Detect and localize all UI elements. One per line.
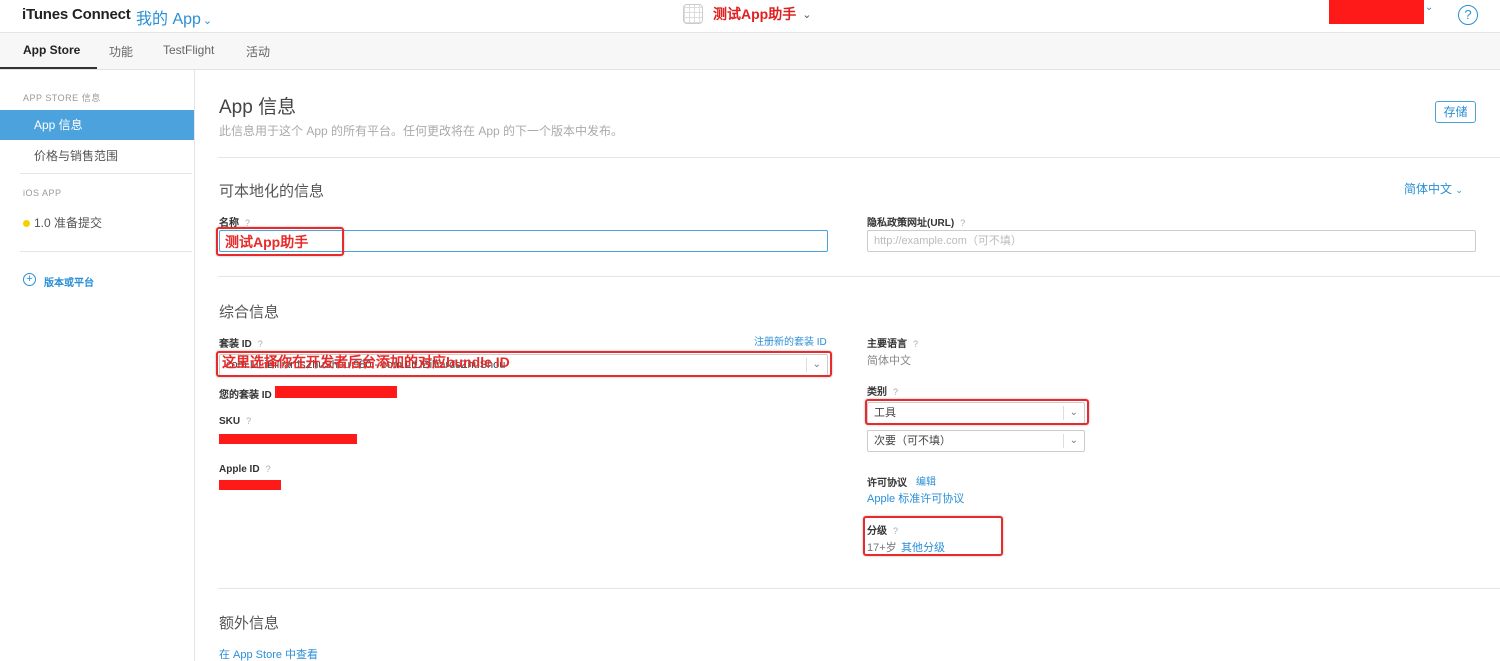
sidebar: APP STORE 信息 App 信息 价格与销售范围 iOS APP 1.0 … — [0, 70, 195, 661]
divider — [218, 588, 1500, 589]
license-label: 许可协议 — [867, 478, 907, 489]
primary-language-value: 简体中文 — [867, 355, 911, 367]
category-label: 类别? — [867, 383, 898, 398]
chevron-down-icon[interactable]: ⌄ — [1425, 2, 1433, 13]
top-bar: iTunes Connect 我的 App ⌄ 测试App助手 ⌄ ⌄ ? — [0, 0, 1500, 33]
name-annotation: 测试App助手 — [225, 234, 309, 250]
view-in-app-store-link[interactable]: 在 App Store 中查看 — [219, 646, 318, 661]
redacted-account — [1329, 0, 1424, 24]
app-switcher-title: 测试App助手 — [713, 6, 797, 22]
redacted-value — [219, 480, 281, 490]
sku-label-text: SKU — [219, 416, 241, 427]
sidebar-item-version[interactable]: 1.0 准备提交 — [0, 208, 194, 238]
bundle-id-label-text: 套装 ID — [219, 339, 252, 350]
help-icon[interactable]: ? — [913, 339, 918, 349]
help-icon[interactable]: ? — [266, 464, 271, 474]
language-selector-label: 简体中文 — [1404, 182, 1453, 196]
divider — [218, 276, 1500, 277]
sidebar-section-app-store: APP STORE 信息 — [23, 93, 101, 103]
section-title-localizable: 可本地化的信息 — [219, 183, 325, 200]
privacy-url-label: 隐私政策网址(URL)? — [867, 214, 965, 229]
add-version-platform-link[interactable]: 版本或平台 — [44, 274, 94, 289]
privacy-url-placeholder: http://example.com（可不填） — [874, 235, 1022, 247]
sidebar-item-pricing[interactable]: 价格与销售范围 — [0, 141, 194, 171]
secondary-category-value: 次要（可不填） — [874, 435, 951, 447]
tab-testflight[interactable]: TestFlight — [163, 43, 214, 57]
language-selector[interactable]: 简体中文 ⌄ — [1404, 180, 1463, 197]
tab-activity[interactable]: 活动 — [246, 43, 270, 60]
add-circle-icon[interactable]: + — [23, 273, 36, 286]
help-icon[interactable]: ? — [246, 416, 251, 426]
bundle-id-label: 套装 ID? — [219, 335, 263, 350]
sku-label: SKU? — [219, 416, 251, 427]
category-label-text: 类别 — [867, 387, 887, 398]
privacy-url-input[interactable]: http://example.com（可不填） — [867, 230, 1476, 252]
section-title-extra: 额外信息 — [219, 615, 280, 632]
annotation-box — [863, 516, 1003, 556]
chevron-down-icon: ⌄ — [1455, 185, 1463, 195]
chevron-down-icon: ⌄ — [1069, 435, 1078, 446]
annotation-box — [865, 399, 1089, 425]
app-grid-icon — [683, 4, 703, 24]
save-button[interactable]: 存储 — [1435, 101, 1476, 123]
help-icon[interactable]: ? — [960, 218, 965, 228]
brand-title[interactable]: iTunes Connect — [22, 6, 131, 23]
redacted-value — [275, 386, 397, 398]
tab-app-store[interactable]: App Store — [23, 43, 80, 57]
sidebar-item-app-info[interactable]: App 信息 — [0, 110, 194, 140]
divider — [218, 157, 1500, 158]
your-bundle-id-label: 您的套装 ID — [219, 390, 272, 401]
register-bundle-link[interactable]: 注册新的套装 ID — [754, 333, 827, 348]
primary-language-label-text: 主要语言 — [867, 339, 907, 350]
chevron-down-icon: ⌄ — [802, 8, 812, 21]
sidebar-divider — [20, 251, 192, 252]
page-subtitle: 此信息用于这个 App 的所有平台。任何更改将在 App 的下一个版本中发布。 — [219, 124, 624, 138]
my-apps-menu[interactable]: 我的 App ⌄ — [136, 5, 212, 29]
help-icon[interactable]: ? — [1458, 5, 1478, 25]
section-title-general: 综合信息 — [219, 304, 280, 321]
my-apps-label: 我的 App — [136, 11, 201, 28]
license-link[interactable]: Apple 标准许可协议 — [867, 490, 964, 506]
app-switcher[interactable]: 测试App助手 ⌄ — [683, 4, 811, 24]
apple-id-label: Apple ID? — [219, 464, 271, 475]
select-divider — [1063, 434, 1064, 448]
apple-id-label-text: Apple ID — [219, 464, 260, 475]
redacted-value — [219, 434, 357, 444]
help-icon[interactable]: ? — [258, 339, 263, 349]
primary-language-label: 主要语言? — [867, 335, 918, 350]
tab-active-indicator — [0, 67, 97, 69]
chevron-down-icon: ⌄ — [202, 15, 213, 27]
sidebar-divider — [20, 173, 192, 174]
secondary-category-select[interactable]: 次要（可不填） ⌄ — [867, 430, 1085, 452]
tab-features[interactable]: 功能 — [109, 43, 133, 60]
bundle-id-annotation: 这里选择你在开发者后台添加的对应bundle ID — [222, 354, 510, 370]
page-title: App 信息 — [219, 97, 297, 118]
help-icon[interactable]: ? — [893, 387, 898, 397]
license-edit-link[interactable]: 编辑 — [916, 473, 936, 488]
sidebar-section-ios: iOS APP — [23, 188, 62, 198]
tab-bar: App Store 功能 TestFlight 活动 — [0, 33, 1500, 70]
privacy-url-label-text: 隐私政策网址(URL) — [867, 218, 955, 229]
